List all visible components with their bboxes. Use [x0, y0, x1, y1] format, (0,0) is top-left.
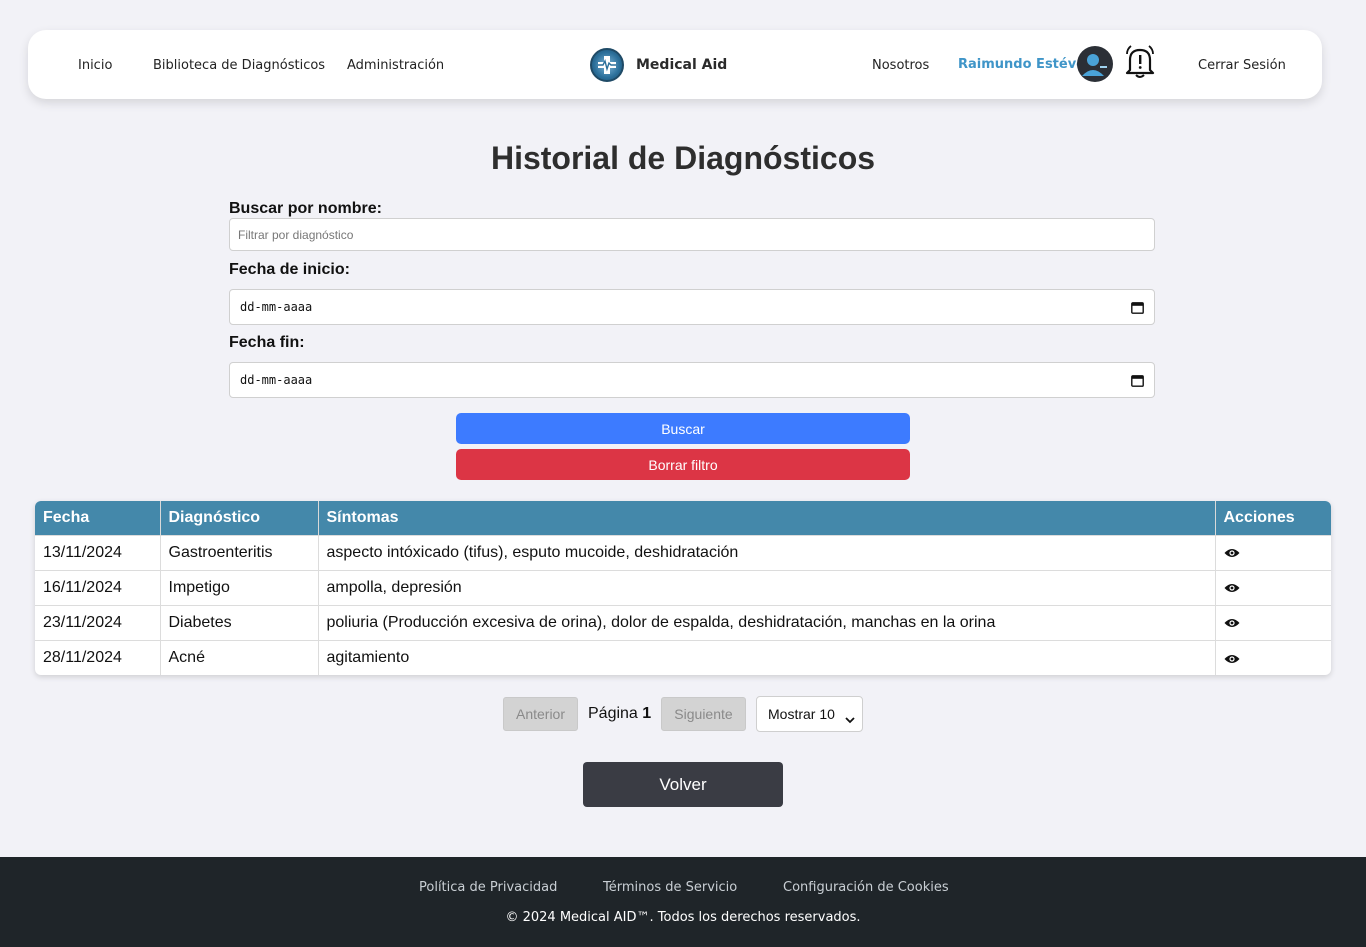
start-date-input[interactable]: dd-mm-aaaa — [229, 289, 1155, 325]
column-header-acciones: Acciones — [1215, 501, 1331, 535]
calendar-icon[interactable] — [1131, 374, 1144, 387]
view-eye-icon[interactable] — [1224, 581, 1240, 593]
copyright-text: © 2024 Medical AID™. Todos los derechos … — [505, 910, 861, 925]
diagnosis-history-table: Fecha Diagnóstico Síntomas Acciones 13/1… — [35, 501, 1331, 675]
clear-filter-button[interactable]: Borrar filtro — [456, 449, 910, 480]
footer-link-terms[interactable]: Términos de Servicio — [603, 880, 737, 895]
row-symptoms: agitamiento — [318, 639, 1216, 675]
table-row: 28/11/2024 Acné agitamiento — [35, 639, 1331, 675]
column-header-sintomas: Síntomas — [318, 501, 1216, 535]
notification-bell-icon[interactable] — [1124, 44, 1156, 80]
column-header-diagnostico: Diagnóstico — [160, 501, 319, 535]
row-date: 16/11/2024 — [35, 569, 161, 605]
row-diagnosis: Diabetes — [160, 604, 319, 640]
row-symptoms: poliuria (Producción excesiva de orina),… — [318, 604, 1216, 640]
row-date: 13/11/2024 — [35, 534, 161, 570]
table-row: 23/11/2024 Diabetes poliuria (Producción… — [35, 604, 1331, 640]
user-avatar-icon[interactable] — [1077, 46, 1113, 82]
nav-link-nosotros[interactable]: Nosotros — [872, 58, 929, 73]
row-diagnosis: Impetigo — [160, 569, 319, 605]
row-actions — [1215, 534, 1331, 570]
nav-link-inicio[interactable]: Inicio — [78, 58, 112, 73]
next-page-button[interactable]: Siguiente — [661, 697, 746, 731]
start-date-value: dd-mm-aaaa — [240, 300, 313, 314]
page-size-select[interactable]: Mostrar 10 — [756, 696, 863, 732]
column-header-fecha: Fecha — [35, 501, 161, 535]
nav-link-biblioteca[interactable]: Biblioteca de Diagnósticos — [153, 58, 325, 73]
start-date-label: Fecha de inicio: — [229, 261, 350, 278]
logout-link[interactable]: Cerrar Sesión — [1198, 58, 1286, 73]
row-symptoms: aspecto intóxicado (tifus), esputo mucoi… — [318, 534, 1216, 570]
table-row: 13/11/2024 Gastroenteritis aspecto intóx… — [35, 534, 1331, 570]
row-diagnosis: Gastroenteritis — [160, 534, 319, 570]
view-eye-icon[interactable] — [1224, 652, 1240, 664]
row-actions — [1215, 569, 1331, 605]
end-date-value: dd-mm-aaaa — [240, 373, 313, 387]
search-name-label: Buscar por nombre: — [229, 200, 382, 217]
footer-link-privacy[interactable]: Política de Privacidad — [419, 880, 557, 895]
page-title: Historial de Diagnósticos — [490, 140, 876, 176]
view-eye-icon[interactable] — [1224, 546, 1240, 558]
back-button[interactable]: Volver — [583, 762, 783, 807]
brand[interactable]: Medical Aid — [590, 47, 727, 83]
search-name-input[interactable] — [229, 218, 1155, 251]
user-name[interactable]: Raimundo Estévez — [958, 57, 1093, 72]
brand-name: Medical Aid — [636, 57, 728, 73]
prev-page-button[interactable]: Anterior — [503, 697, 578, 731]
calendar-icon[interactable] — [1131, 301, 1144, 314]
table-row: 16/11/2024 Impetigo ampolla, depresión — [35, 569, 1331, 605]
chevron-down-icon — [845, 711, 855, 724]
footer: Política de Privacidad Términos de Servi… — [0, 857, 1366, 947]
row-diagnosis: Acné — [160, 639, 319, 675]
row-date: 23/11/2024 — [35, 604, 161, 640]
end-date-input[interactable]: dd-mm-aaaa — [229, 362, 1155, 398]
footer-link-cookies[interactable]: Configuración de Cookies — [783, 880, 949, 895]
table-header-row: Fecha Diagnóstico Síntomas Acciones — [35, 501, 1331, 535]
page-number: 1 — [642, 705, 652, 722]
end-date-label: Fecha fin: — [229, 334, 305, 351]
nav-link-administracion[interactable]: Administración — [347, 58, 444, 73]
row-symptoms: ampolla, depresión — [318, 569, 1216, 605]
row-date: 28/11/2024 — [35, 639, 161, 675]
page-word: Página — [588, 705, 638, 722]
page-indicator: Página 1 — [588, 705, 651, 723]
medical-cross-logo-icon — [590, 48, 624, 82]
page-size-value: Mostrar 10 — [768, 706, 835, 722]
search-button[interactable]: Buscar — [456, 413, 910, 444]
row-actions — [1215, 604, 1331, 640]
row-actions — [1215, 639, 1331, 675]
view-eye-icon[interactable] — [1224, 616, 1240, 628]
navbar: Inicio Biblioteca de Diagnósticos Admini… — [28, 30, 1322, 99]
